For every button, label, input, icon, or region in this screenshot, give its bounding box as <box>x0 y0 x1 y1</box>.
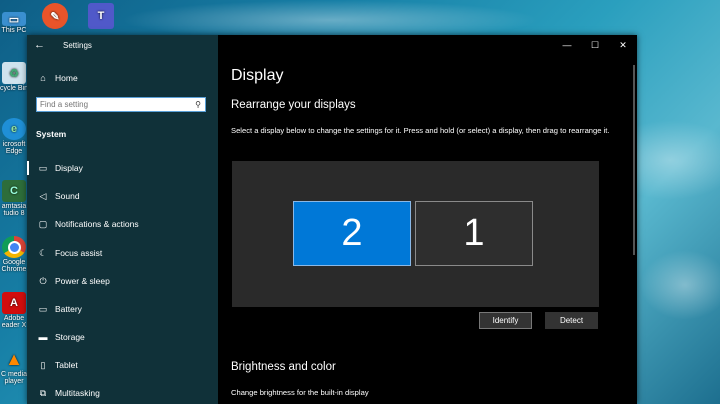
sidebar-item-battery[interactable]: ▭ Battery <box>27 298 218 320</box>
settings-window: ← Settings ⌂ Home ⚲ System ▭ Display ◁ S… <box>27 35 637 404</box>
rearrange-description: Select a display below to change the set… <box>231 126 610 135</box>
wallpaper-highlight <box>120 0 540 40</box>
brightness-heading: Brightness and color <box>231 361 336 373</box>
sidebar-item-label: Home <box>55 73 78 83</box>
sidebar: ← Settings ⌂ Home ⚲ System ▭ Display ◁ S… <box>27 35 218 404</box>
multitasking-icon: ⧉ <box>39 387 47 398</box>
battery-icon: ▭ <box>38 303 48 314</box>
monitor-icon: ▭ <box>38 162 48 173</box>
identify-button[interactable]: Identify <box>479 312 532 329</box>
sidebar-item-label: Sound <box>55 191 80 201</box>
sidebar-item-focus-assist[interactable]: ☾ Focus assist <box>27 242 218 264</box>
brightness-description: Change brightness for the built-in displ… <box>231 388 369 397</box>
close-button[interactable]: ✕ <box>609 35 637 55</box>
display-arrangement-area: 2 1 <box>232 161 599 307</box>
home-icon: ⌂ <box>40 73 46 83</box>
power-icon: ⏻ <box>39 275 47 286</box>
sidebar-item-label: Focus assist <box>55 248 103 258</box>
tablet-icon: ▯ <box>40 359 46 370</box>
window-title: Settings <box>63 40 92 50</box>
desktop-icon-this-pc[interactable]: ▭ This PC <box>0 12 28 34</box>
search-icon: ⚲ <box>195 100 202 109</box>
paint-app-icon: ✎ <box>42 3 68 29</box>
camtasia-icon: C <box>2 180 26 202</box>
desktop-icon-adobe-reader[interactable]: A Adobe eader X <box>0 292 28 329</box>
adobe-reader-icon: A <box>2 292 26 314</box>
speaker-icon: ◁ <box>39 190 47 201</box>
monitor-number: 1 <box>463 212 485 254</box>
monitor-2-tile[interactable]: 2 <box>293 201 411 266</box>
sidebar-item-home[interactable]: ⌂ Home <box>27 67 218 89</box>
maximize-button[interactable]: ☐ <box>581 35 609 55</box>
desktop-icon-camtasia[interactable]: C amtasia tudio 8 <box>0 180 28 217</box>
caption-buttons: — ☐ ✕ <box>553 35 637 55</box>
sidebar-item-label: Power & sleep <box>55 276 110 286</box>
desktop-icon-edge[interactable]: e icrosoft Edge <box>0 118 28 155</box>
search-input[interactable] <box>37 100 192 109</box>
sidebar-item-tablet[interactable]: ▯ Tablet <box>27 354 218 376</box>
minimize-button[interactable]: — <box>553 35 581 55</box>
sidebar-item-display[interactable]: ▭ Display <box>27 157 218 179</box>
back-arrow-icon[interactable]: ← <box>34 39 50 51</box>
desktop-icon-teams[interactable]: T <box>86 3 116 30</box>
sidebar-item-label: Tablet <box>55 360 78 370</box>
main-pane: — ☐ ✕ Display Rearrange your displays Se… <box>218 35 637 404</box>
title-bar: ← Settings <box>27 35 218 55</box>
storage-icon: ▬ <box>38 332 48 342</box>
notification-icon: ▢ <box>38 218 48 229</box>
teams-icon: T <box>88 3 114 29</box>
search-box: ⚲ <box>36 97 206 112</box>
desktop-icon-paint[interactable]: ✎ <box>40 3 70 30</box>
section-heading: System <box>36 129 67 139</box>
vlc-icon: ▲ <box>5 348 23 369</box>
wallpaper-highlight <box>640 250 720 320</box>
chrome-icon <box>2 236 26 258</box>
moon-icon: ☾ <box>38 247 48 258</box>
sidebar-item-label: Display <box>55 163 83 173</box>
detect-button[interactable]: Detect <box>545 312 598 329</box>
this-pc-icon: ▭ <box>2 12 26 26</box>
rearrange-heading: Rearrange your displays <box>231 99 356 111</box>
sidebar-item-label: Multitasking <box>55 388 100 398</box>
sidebar-item-sound[interactable]: ◁ Sound <box>27 185 218 207</box>
sidebar-item-label: Notifications & actions <box>55 219 139 229</box>
scrollbar[interactable] <box>633 65 635 255</box>
sidebar-item-multitasking[interactable]: ⧉ Multitasking <box>27 382 218 404</box>
page-title: Display <box>231 67 284 84</box>
sidebar-item-storage[interactable]: ▬ Storage <box>27 326 218 348</box>
recycle-bin-icon: ♻ <box>2 62 26 84</box>
sidebar-item-power-sleep[interactable]: ⏻ Power & sleep <box>27 270 218 292</box>
monitor-number: 2 <box>341 212 363 254</box>
desktop-icon-recycle-bin[interactable]: ♻ cycle Bin <box>0 62 28 92</box>
sidebar-item-label: Storage <box>55 332 85 342</box>
desktop-icons: ▭ This PC ♻ cycle Bin e icrosoft Edge C … <box>0 0 28 404</box>
monitor-1-tile[interactable]: 1 <box>415 201 533 266</box>
sidebar-item-label: Battery <box>55 304 82 314</box>
edge-icon: e <box>2 118 26 140</box>
sidebar-item-notifications[interactable]: ▢ Notifications & actions <box>27 213 218 235</box>
desktop-icon-chrome[interactable]: Google Chrome <box>0 236 28 273</box>
desktop-icon-vlc[interactable]: ▲ C media player <box>0 348 28 386</box>
